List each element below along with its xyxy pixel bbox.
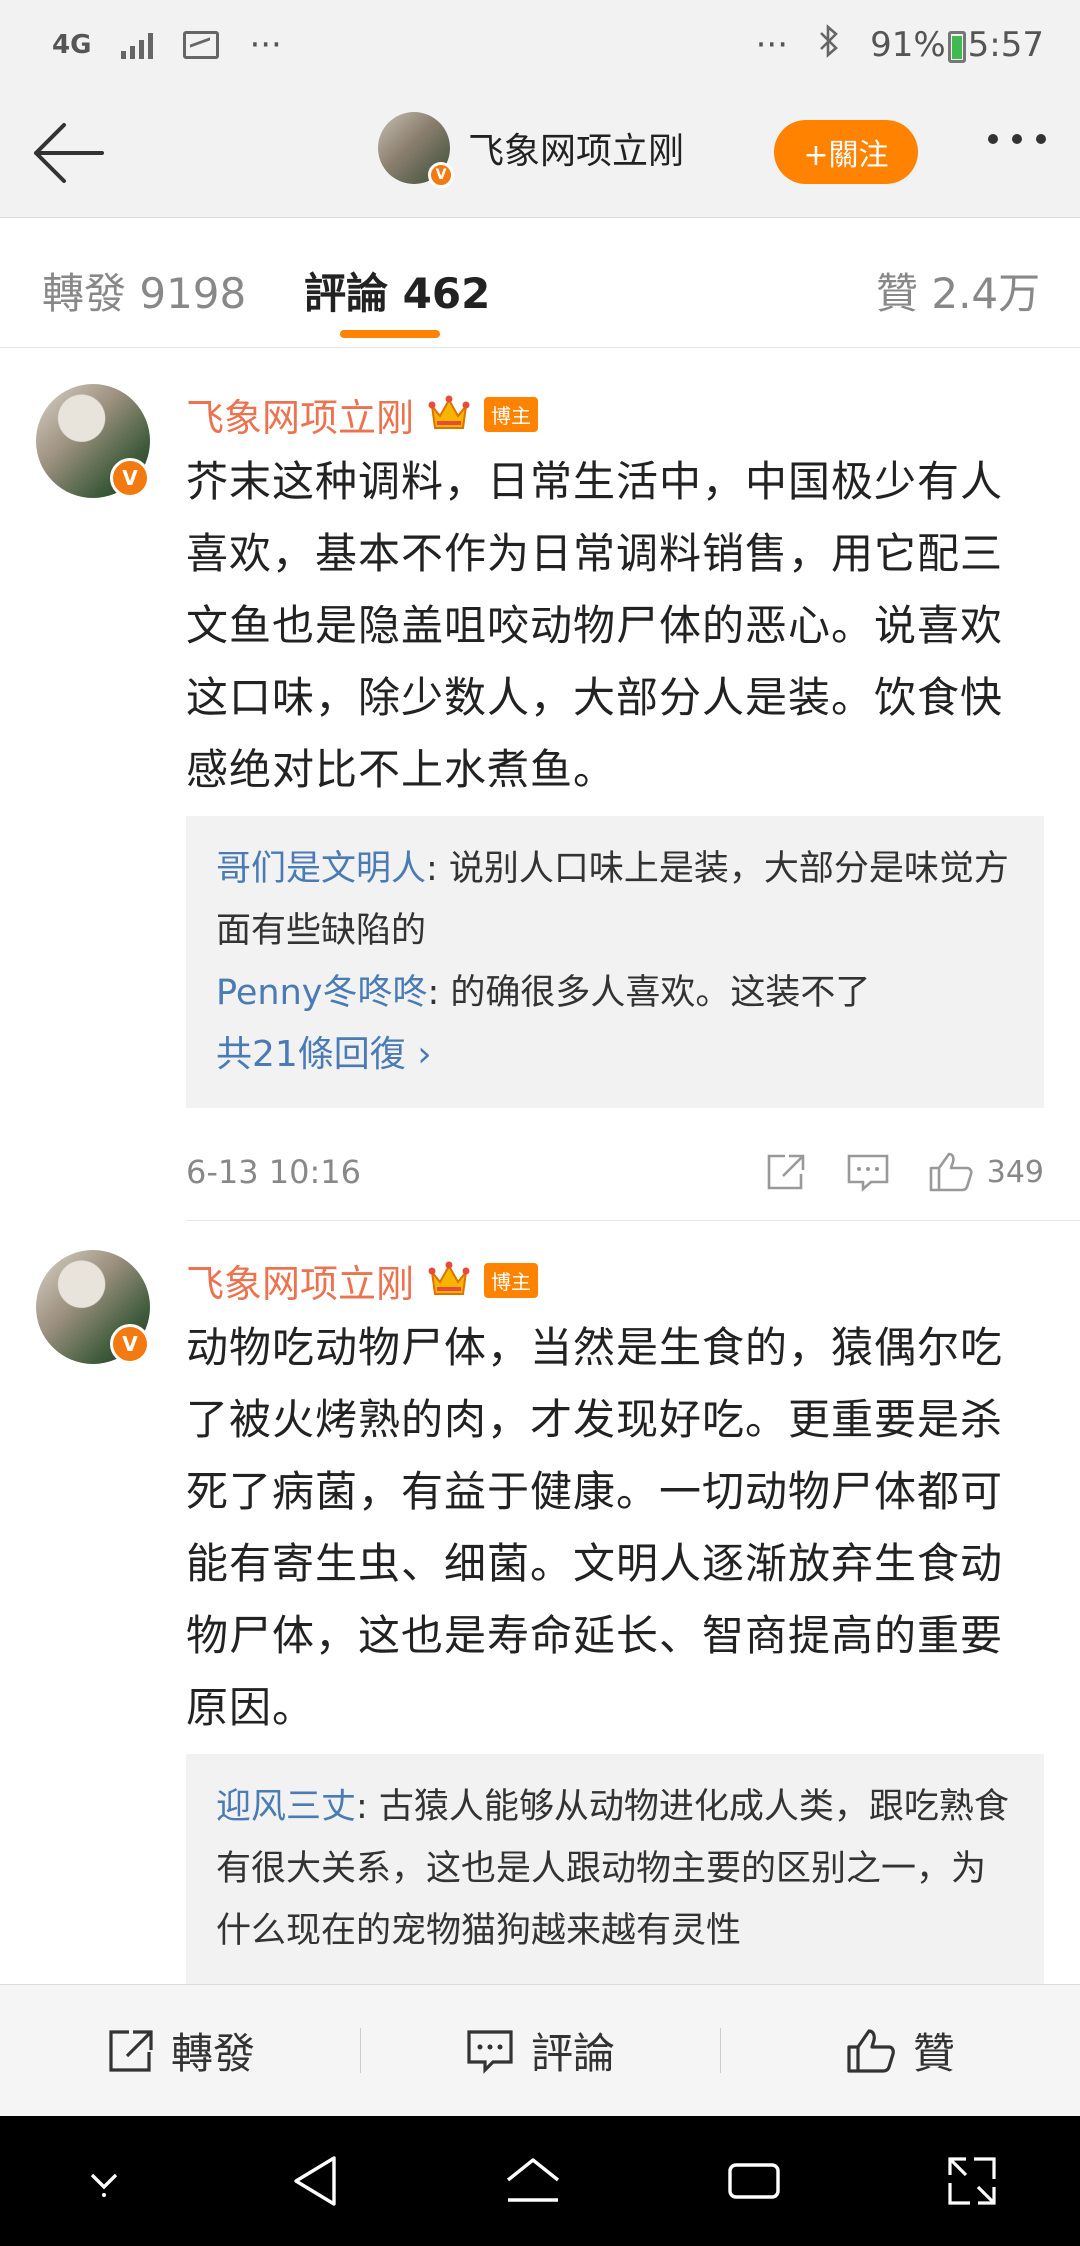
like-post-button[interactable]: 贊 xyxy=(720,2020,1080,2081)
active-tab-indicator xyxy=(340,330,440,338)
status-bar: 4G ··· ··· 91% 5:57 xyxy=(0,0,1080,90)
bluetooth-icon xyxy=(818,23,840,67)
home-icon[interactable] xyxy=(504,2156,562,2206)
comment-author[interactable]: 飞象网项立刚 xyxy=(186,1253,414,1308)
comment-icon xyxy=(467,2029,513,2074)
more-replies-link[interactable]: 共21條回復 › xyxy=(216,1024,1014,1086)
avatar[interactable]: V xyxy=(36,384,150,498)
comment-label: 評論 xyxy=(530,2029,615,2078)
crown-icon xyxy=(428,1261,470,1295)
verified-icon: V xyxy=(110,458,150,498)
reply-box[interactable]: 迎风三丈: 古猿人能够从动物进化成人类，跟吃熟食有很大关系，这也是人跟动物主要的… xyxy=(186,1754,1044,1984)
comment-text: 芥末这种调料，日常生活中，中国极少有人喜欢，基本不作为日常调料销售，用它配三文鱼… xyxy=(186,457,1004,794)
divider xyxy=(186,1220,1080,1221)
recent-apps-icon[interactable] xyxy=(726,2159,782,2203)
reply-text: : 的确很多人喜欢。这装不了 xyxy=(427,973,871,1013)
tab-comments[interactable]: 評論 462 xyxy=(304,260,490,321)
author-badge: 博主 xyxy=(484,1262,539,1298)
expand-screen-icon[interactable] xyxy=(946,2155,998,2207)
comment-text: 动物吃动物尸体，当然是生食的，猿偶尔吃了被火烤熟的肉，才发现好吃。更重要是杀死了… xyxy=(186,1323,1004,1732)
comment-meta: 6-13 10:16 349 xyxy=(186,1142,1044,1202)
comment-item: V 飞象网项立刚 博主 芥末这种调料，日常生活中，中国极少有人喜欢，基本不作为日… xyxy=(0,384,1080,1224)
thumbs-up-icon xyxy=(847,2028,895,2073)
clock: 5:57 xyxy=(967,25,1044,65)
crown-icon xyxy=(428,395,470,429)
top-header: V 飞象网项立刚 +關注 xyxy=(0,90,1080,218)
reply-icon[interactable] xyxy=(845,1152,891,1192)
share-icon[interactable] xyxy=(763,1152,809,1192)
like-button[interactable]: 349 xyxy=(927,1150,1044,1194)
tab-likes[interactable]: 贊 2.4万 xyxy=(876,260,1040,321)
system-more: ··· xyxy=(755,25,789,65)
notification-more: ··· xyxy=(249,25,282,65)
reply-user[interactable]: 哥们是文明人 xyxy=(216,849,426,889)
comment-time: 6-13 10:16 xyxy=(186,1153,362,1191)
more-options-icon[interactable] xyxy=(988,134,1046,144)
comment-button[interactable]: 評論 xyxy=(360,2020,720,2081)
repost-label: 轉發 xyxy=(170,2029,255,2078)
bottom-action-bar: 轉發 評論 贊 xyxy=(0,1984,1080,2116)
verified-icon: V xyxy=(428,162,454,188)
chevron-down-icon[interactable] xyxy=(82,2159,126,2203)
reply-item[interactable]: 迎风三丈: 古猿人能够从动物进化成人类，跟吃熟食有很大关系，这也是人跟动物主要的… xyxy=(216,1776,1014,1962)
page-title: 飞象网项立刚 xyxy=(468,131,685,172)
image-notification-icon xyxy=(183,31,220,59)
verified-icon: V xyxy=(110,1324,150,1364)
repost-button[interactable]: 轉發 xyxy=(0,2020,360,2081)
repost-icon xyxy=(109,2029,153,2072)
like-label: 贊 xyxy=(912,2029,955,2078)
tab-reposts[interactable]: 轉發 9198 xyxy=(42,260,246,321)
avatar[interactable]: V xyxy=(36,1250,150,1364)
back-arrow-icon[interactable] xyxy=(28,120,108,186)
like-count: 349 xyxy=(986,1154,1044,1190)
reply-user[interactable]: 迎风三丈 xyxy=(216,1787,356,1827)
system-navigation-bar xyxy=(0,2116,1080,2246)
signal-icon xyxy=(121,31,154,59)
reply-user[interactable]: Penny冬咚咚 xyxy=(216,973,427,1013)
author-badge: 博主 xyxy=(484,396,539,432)
header-user[interactable]: V 飞象网项立刚 xyxy=(378,112,685,188)
comment-item: V 飞象网项立刚 博主 动物吃动物尸体，当然是生食的，猿偶尔吃了被火烤熟的肉，才… xyxy=(0,1250,1080,1984)
thumbs-up-icon xyxy=(929,1152,973,1192)
reply-item[interactable]: Penny冬咚咚: 的确很多人喜欢。这装不了 xyxy=(216,962,1014,1024)
reply-box[interactable]: 哥们是文明人: 说别人口味上是装，大部分是味觉方面有些缺陷的 Penny冬咚咚:… xyxy=(186,816,1044,1108)
battery-icon xyxy=(947,30,966,63)
avatar[interactable]: V xyxy=(378,112,454,188)
battery-percent: 91% xyxy=(870,25,946,65)
back-triangle-icon[interactable] xyxy=(290,2154,340,2208)
reply-item[interactable]: 哥们是文明人: 说别人口味上是装，大部分是味觉方面有些缺陷的 xyxy=(216,838,1014,962)
follow-button[interactable]: +關注 xyxy=(774,120,918,184)
tab-bar: 轉發 9198 評論 462 贊 2.4万 xyxy=(0,218,1080,348)
network-indicator: 4G xyxy=(52,30,92,60)
comment-author[interactable]: 飞象网项立刚 xyxy=(186,387,414,442)
